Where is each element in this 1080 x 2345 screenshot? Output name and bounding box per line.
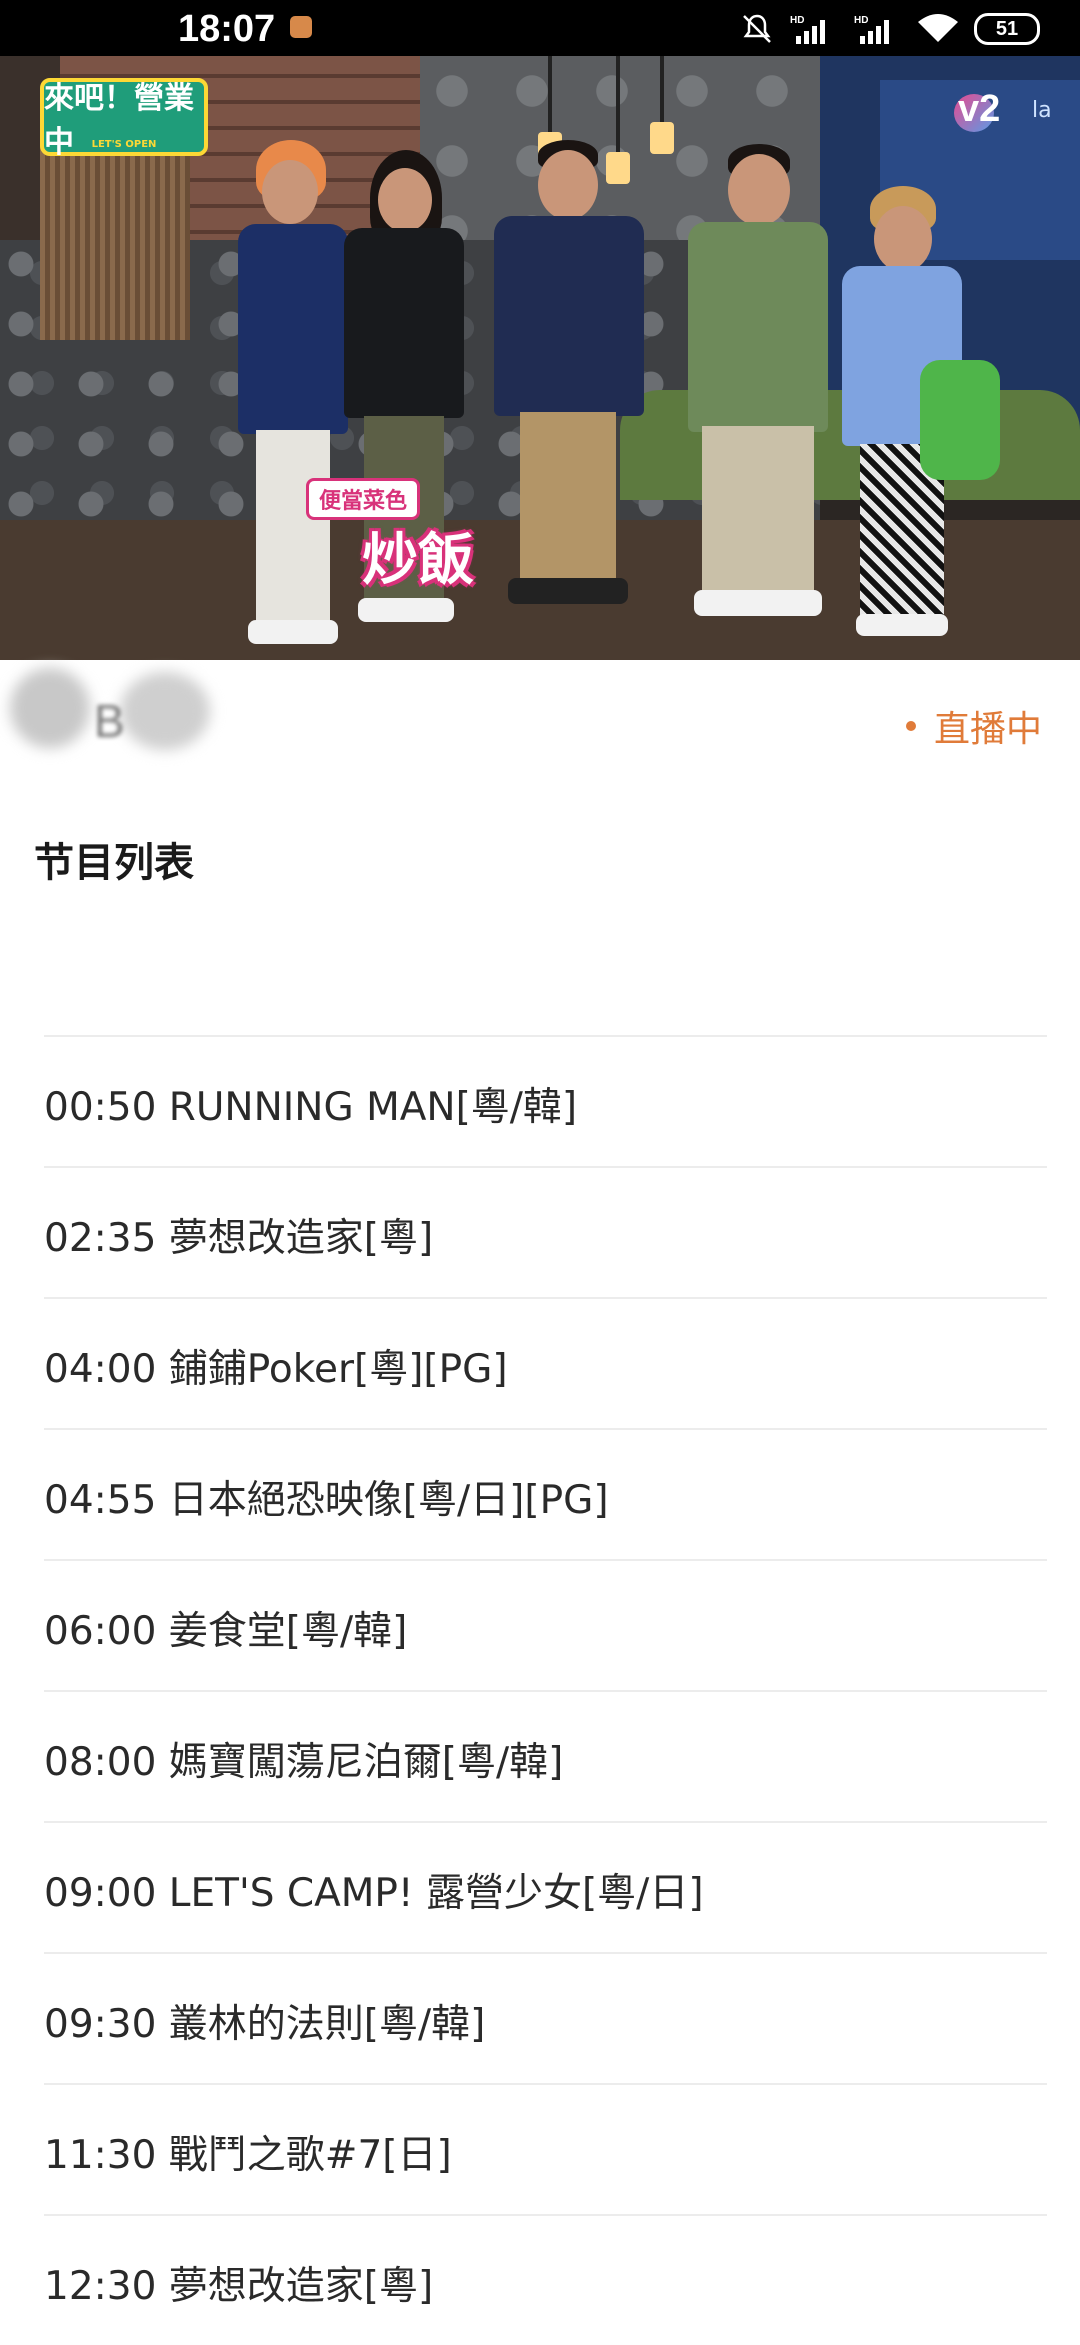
- caption-tag: 便當菜色: [306, 478, 421, 520]
- schedule-item-label: 00:50 RUNNING MAN[粵/韓]: [44, 1084, 578, 1130]
- schedule-item[interactable]: 04:55 日本絕恐映像[粵/日][PG]: [44, 1428, 1047, 1559]
- battery-level: 51: [995, 17, 1019, 40]
- caption-main: 炒飯: [362, 528, 474, 593]
- schedule-item[interactable]: 09:30 叢林的法則[粵/韓]: [44, 1952, 1047, 2083]
- schedule-item[interactable]: 04:00 鋪鋪Poker[粵][PG]: [44, 1297, 1047, 1428]
- svg-text:HD: HD: [854, 15, 868, 26]
- lamp-icon: [650, 56, 674, 154]
- schedule-item[interactable]: 08:00 媽寶闖蕩尼泊爾[粵/韓]: [44, 1690, 1047, 1821]
- schedule-item-label: 04:55 日本絕恐映像[粵/日][PG]: [44, 1477, 609, 1523]
- schedule-item-label: 11:30 戰鬥之歌#7[日]: [44, 2132, 452, 2178]
- live-indicator: 直播中: [905, 700, 1042, 752]
- channel-watermark: v2: [954, 88, 1024, 134]
- schedule-item-label: 04:00 鋪鋪Poker[粵][PG]: [44, 1346, 508, 1392]
- lamp-icon: [606, 56, 630, 184]
- schedule-title: 节目列表: [34, 840, 194, 886]
- green-bag: [920, 360, 1000, 480]
- channel-name: B: [94, 695, 125, 747]
- schedule-item[interactable]: 02:35 夢想改造家[粵]: [44, 1166, 1047, 1297]
- schedule-item-label: 09:30 叢林的法則[粵/韓]: [44, 2001, 486, 2047]
- person-figure: [238, 140, 348, 650]
- schedule-item-label: 12:30 夢想改造家[粵]: [44, 2263, 434, 2309]
- notification-icon: [290, 16, 312, 38]
- person-figure: [688, 144, 828, 630]
- schedule-item-label: 08:00 媽寶闖蕩尼泊爾[粵/韓]: [44, 1739, 564, 1785]
- scene-curtain: [40, 130, 190, 340]
- schedule-item-label: 09:00 LET'S CAMP! 露營少女[粵/日]: [44, 1870, 704, 1916]
- schedule-item[interactable]: 12:30 夢想改造家[粵]: [44, 2214, 1047, 2345]
- live-dot-icon: [905, 721, 916, 731]
- signal-hd-icon: HD: [790, 15, 825, 44]
- lamp-icon: [538, 56, 562, 164]
- wifi-icon: [918, 14, 958, 42]
- person-figure: [494, 140, 644, 610]
- schedule-item-label: 06:00 姜食堂[粵/韓]: [44, 1608, 408, 1654]
- video-player[interactable]: 來吧！營業中 LET'S OPEN v2 la 便當菜色 炒飯: [0, 0, 1080, 660]
- schedule-item-label: 02:35 夢想改造家[粵]: [44, 1215, 434, 1261]
- live-label: 直播中: [933, 709, 1042, 750]
- schedule-list: 00:50 RUNNING MAN[粵/韓] 02:35 夢想改造家[粵] 04…: [44, 1035, 1047, 2345]
- battery-icon: 51: [974, 13, 1040, 45]
- schedule-item[interactable]: 11:30 戰鬥之歌#7[日]: [44, 2083, 1047, 2214]
- svg-text:HD: HD: [790, 15, 804, 26]
- channel-watermark-extra: la: [1032, 98, 1052, 123]
- schedule-item[interactable]: 06:00 姜食堂[粵/韓]: [44, 1559, 1047, 1690]
- status-bar: 18:07 HD HD 51: [0, 0, 1080, 56]
- status-time: 18:07: [178, 8, 276, 50]
- signal-hd-icon: HD: [854, 15, 889, 44]
- show-logo-sub: LET'S OPEN: [91, 139, 157, 150]
- schedule-item[interactable]: 09:00 LET'S CAMP! 露營少女[粵/日]: [44, 1821, 1047, 1952]
- status-icons: HD HD 51: [740, 8, 1040, 50]
- show-logo: 來吧！營業中 LET'S OPEN: [40, 78, 208, 160]
- schedule-item[interactable]: 00:50 RUNNING MAN[粵/韓]: [44, 1035, 1047, 1166]
- mute-icon: [743, 14, 771, 43]
